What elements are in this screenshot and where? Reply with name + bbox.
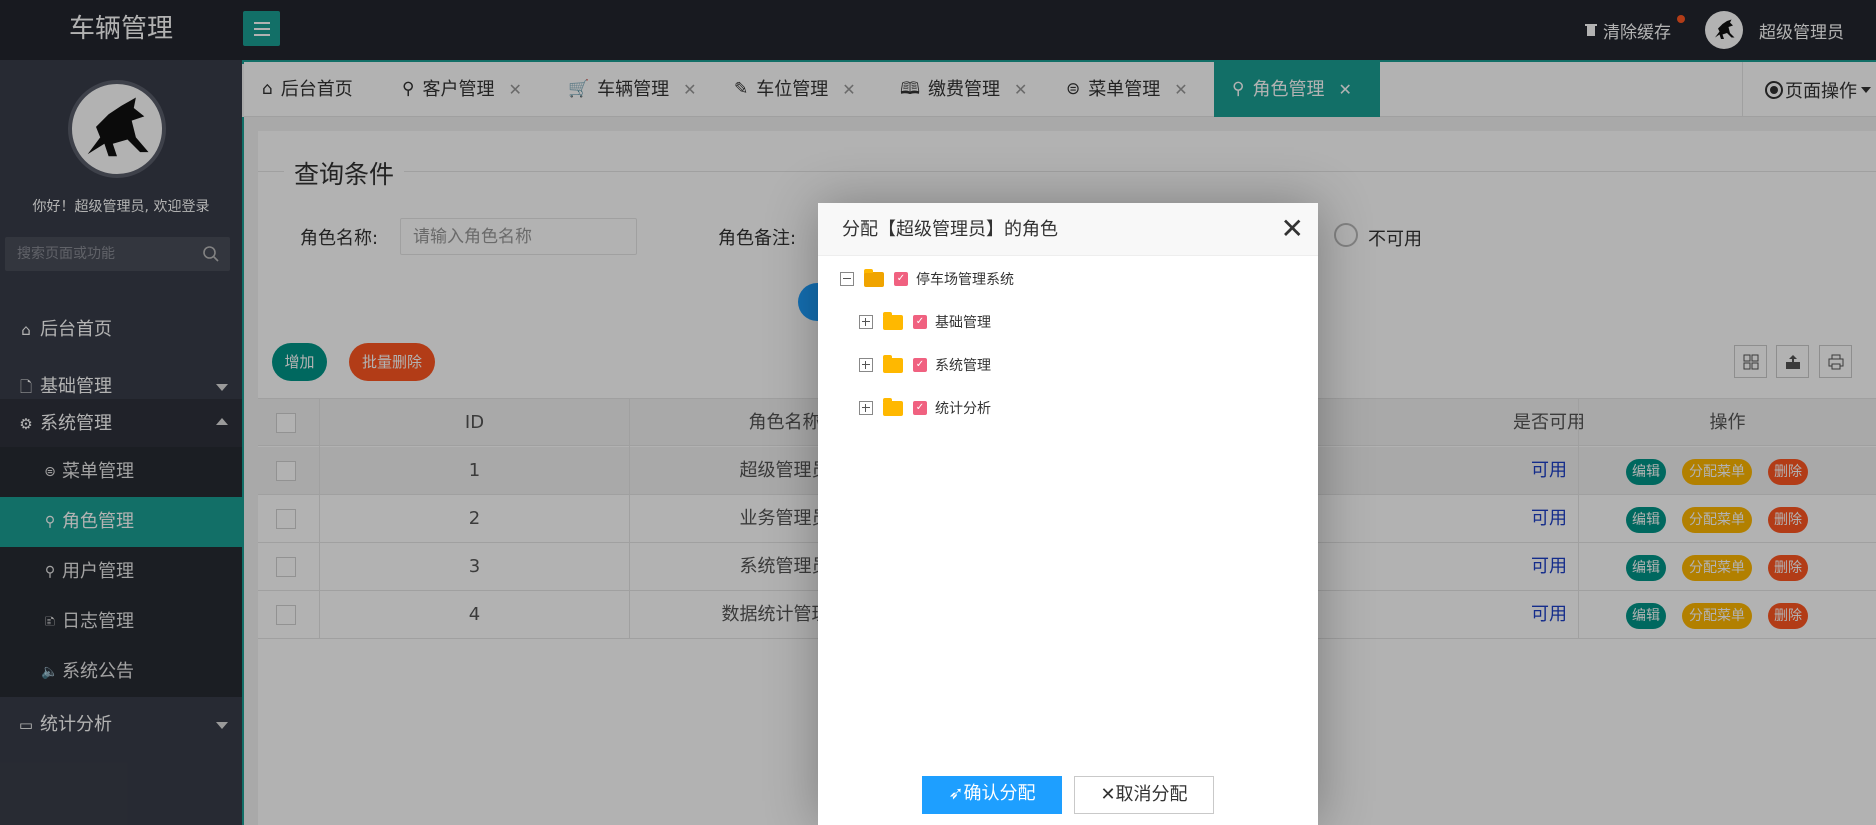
- expand-icon[interactable]: [859, 401, 873, 415]
- tree-node-stats[interactable]: ✓ 统计分析: [859, 397, 991, 418]
- collapse-icon[interactable]: [840, 272, 854, 286]
- checkbox-checked-icon[interactable]: ✓: [894, 272, 908, 286]
- expand-icon[interactable]: [859, 315, 873, 329]
- cancel-assign-button[interactable]: ✕取消分配: [1074, 776, 1214, 814]
- dialog-title: 分配【超级管理员】的角色: [818, 203, 1318, 256]
- close-icon[interactable]: ✕: [1281, 215, 1304, 243]
- folder-open-icon: [864, 268, 884, 287]
- checkbox-checked-icon[interactable]: ✓: [913, 358, 927, 372]
- folder-icon: [883, 311, 903, 330]
- tree-node-root[interactable]: ✓ 停车场管理系统: [840, 268, 1014, 289]
- tree-node-basic[interactable]: ✓ 基础管理: [859, 311, 991, 332]
- expand-icon[interactable]: [859, 358, 873, 372]
- close-icon: ✕: [1100, 784, 1116, 805]
- assign-role-dialog: 分配【超级管理员】的角色 ✕ ✓ 停车场管理系统 ✓ 基础管理 ✓ 系统管理 ✓…: [818, 203, 1318, 825]
- confirm-assign-button[interactable]: ➶确认分配: [922, 776, 1062, 814]
- tree-node-system[interactable]: ✓ 系统管理: [859, 354, 991, 375]
- checkbox-checked-icon[interactable]: ✓: [913, 315, 927, 329]
- folder-icon: [883, 397, 903, 416]
- folder-icon: [883, 354, 903, 373]
- checkbox-checked-icon[interactable]: ✓: [913, 401, 927, 415]
- send-icon: ➶: [948, 783, 964, 804]
